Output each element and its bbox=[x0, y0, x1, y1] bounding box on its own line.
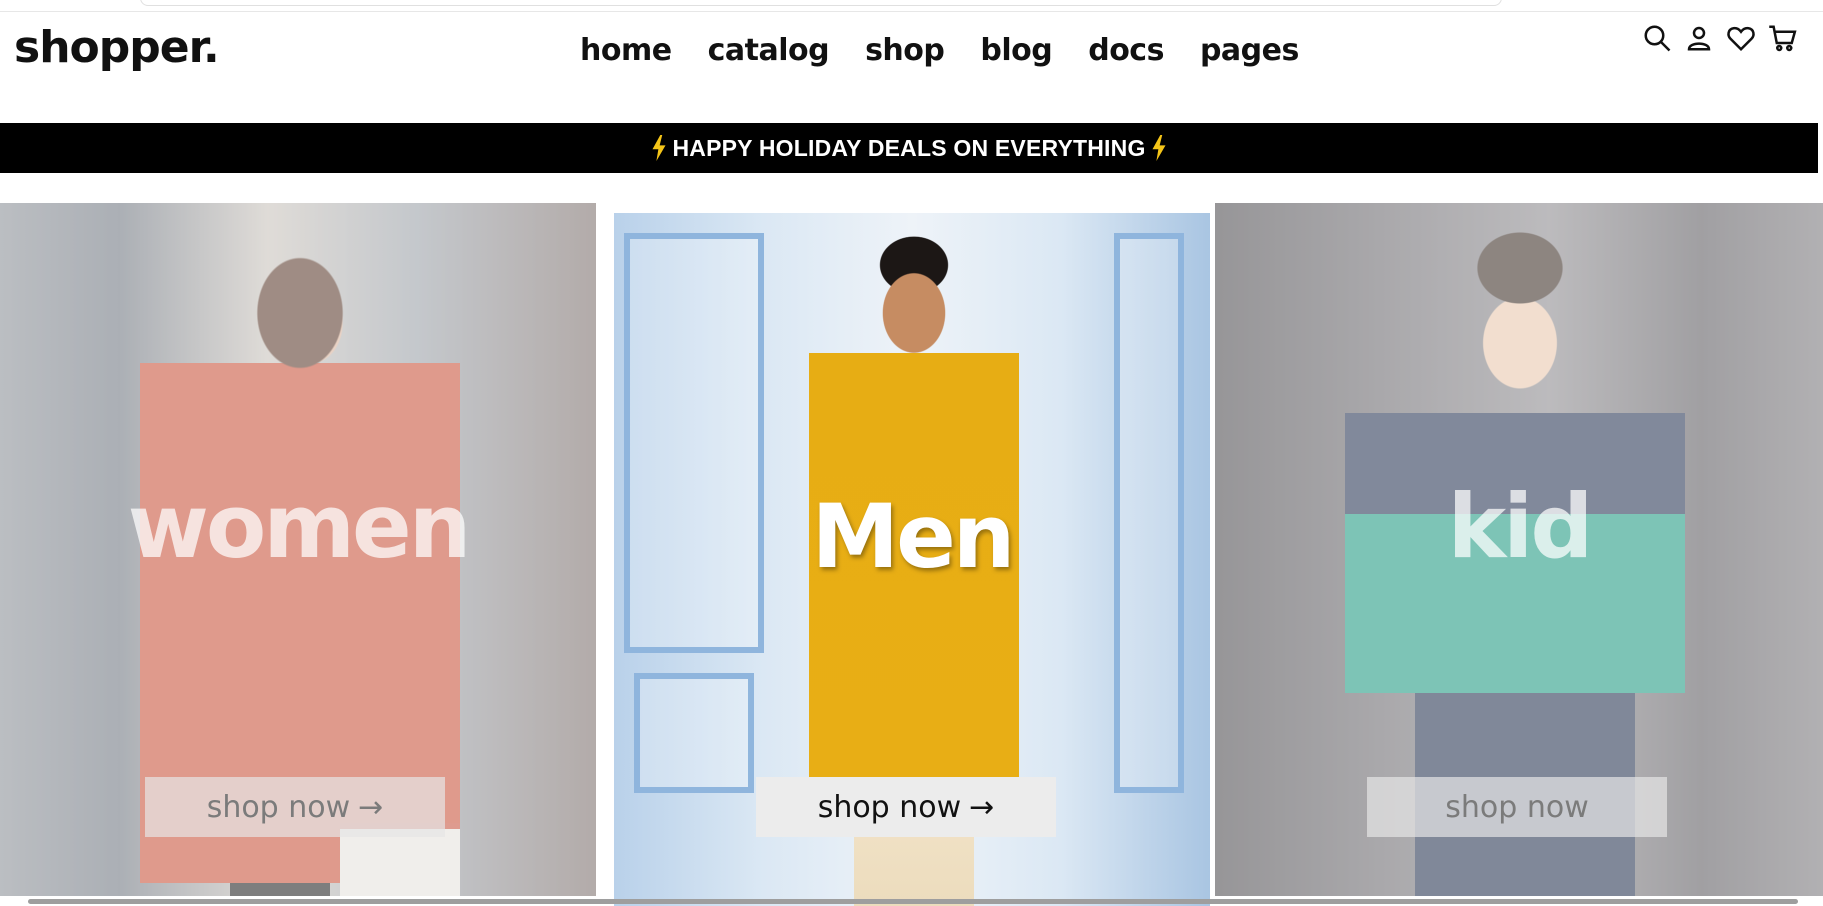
shop-now-label: shop now bbox=[817, 789, 962, 825]
lightning-bolt-icon bbox=[650, 135, 668, 161]
lightning-bolt-icon bbox=[1150, 135, 1168, 161]
nav-item-pages[interactable]: pages bbox=[1200, 36, 1299, 66]
arrow-right-icon: → bbox=[969, 789, 995, 825]
shop-now-label: shop now bbox=[1445, 789, 1589, 825]
category-card-men[interactable]: Men shop now → bbox=[614, 213, 1210, 906]
cart-icon[interactable] bbox=[1767, 22, 1799, 54]
shop-now-button-kid[interactable]: shop now bbox=[1367, 777, 1667, 837]
category-card-women[interactable]: women shop now → bbox=[0, 203, 596, 896]
nav-item-home[interactable]: home bbox=[580, 36, 672, 66]
user-icon[interactable] bbox=[1683, 22, 1715, 54]
category-title-men: Men bbox=[811, 485, 1016, 588]
category-title-women: women bbox=[127, 475, 472, 578]
heart-icon[interactable] bbox=[1725, 22, 1757, 54]
nav-item-docs[interactable]: docs bbox=[1088, 36, 1164, 66]
nav-item-blog[interactable]: blog bbox=[980, 36, 1052, 66]
category-cards: women shop now → Men shop now → kid shop n… bbox=[0, 203, 1823, 906]
nav-item-shop[interactable]: shop bbox=[865, 36, 945, 66]
announcement-bar: HAPPY HOLIDAY DEALS ON EVERYTHING bbox=[0, 123, 1818, 173]
announcement-text: HAPPY HOLIDAY DEALS ON EVERYTHING bbox=[672, 134, 1146, 161]
category-title-kid: kid bbox=[1447, 475, 1594, 578]
brand-logo[interactable]: shopper. bbox=[14, 26, 220, 70]
category-card-kid[interactable]: kid shop now bbox=[1215, 203, 1823, 896]
nav-item-catalog[interactable]: catalog bbox=[708, 36, 830, 66]
main-nav: home catalog shop blog docs pages bbox=[580, 36, 1299, 66]
browser-top-edge bbox=[0, 0, 1823, 12]
search-icon[interactable] bbox=[1641, 22, 1673, 54]
shop-now-label: shop now bbox=[206, 789, 351, 825]
header-icons bbox=[1641, 22, 1799, 54]
shop-now-button-women[interactable]: shop now → bbox=[145, 777, 445, 837]
site-header: shopper. home catalog shop blog docs pag… bbox=[0, 12, 1823, 123]
address-bar-edge[interactable] bbox=[140, 0, 1502, 6]
shop-now-button-men[interactable]: shop now → bbox=[756, 777, 1056, 837]
horizontal-scrollbar[interactable] bbox=[28, 899, 1798, 904]
arrow-right-icon: → bbox=[358, 789, 384, 825]
